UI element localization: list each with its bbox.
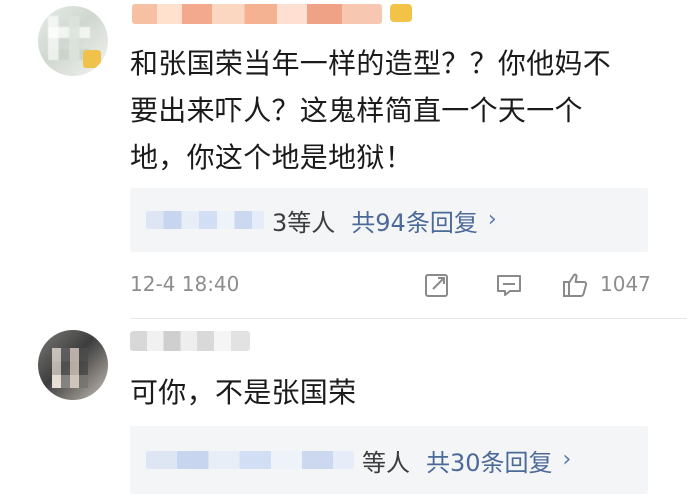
like-icon[interactable]: [560, 270, 590, 300]
comment-text: 和张国荣当年一样的造型？？你他妈不 要出来吓人？这鬼样简直一个天一个 地，你这个…: [130, 40, 611, 181]
comment-icon[interactable]: [494, 270, 524, 300]
chevron-right-icon: ›: [487, 206, 497, 232]
comment-meta-row: 12-4 18:40 1047: [130, 264, 651, 308]
blurred-reply-users: [146, 451, 354, 469]
user-badge-icon: [390, 4, 412, 22]
view-replies-link[interactable]: 共94条回复 ›: [351, 203, 496, 238]
comment-divider: [130, 318, 687, 319]
reply-count-text: 共30条回复: [426, 448, 553, 477]
share-icon[interactable]: [422, 270, 452, 300]
comment-text-line: 地，你这个地是地狱！: [130, 141, 414, 174]
comment-text: 可你，不是张国荣: [130, 369, 356, 416]
avatar[interactable]: [38, 6, 108, 76]
reply-users-suffix: 等人: [362, 448, 410, 477]
reply-users-suffix: 3等人: [272, 208, 336, 237]
blurred-username: [132, 4, 382, 24]
like-count: 1047: [600, 272, 651, 296]
reply-count-text: 共94条回复: [351, 208, 478, 237]
comment-text-line: 要出来吓人？这鬼样简直一个天一个: [130, 94, 583, 127]
comment-text-line: 可你，不是张国荣: [130, 376, 357, 409]
view-replies-link[interactable]: 共30条回复 ›: [426, 443, 571, 478]
blurred-reply-users: [146, 211, 264, 229]
comment-text-line: 和张国荣当年一样的造型？？你他妈不: [130, 47, 612, 80]
reply-summary-box[interactable]: 3等人 共94条回复 ›: [130, 188, 648, 252]
reply-summary-box[interactable]: 等人 共30条回复 ›: [130, 426, 648, 494]
chevron-right-icon: ›: [562, 446, 572, 472]
blurred-username: [130, 331, 250, 351]
avatar[interactable]: [38, 330, 108, 400]
comment-time: 12-4 18:40: [130, 272, 240, 296]
